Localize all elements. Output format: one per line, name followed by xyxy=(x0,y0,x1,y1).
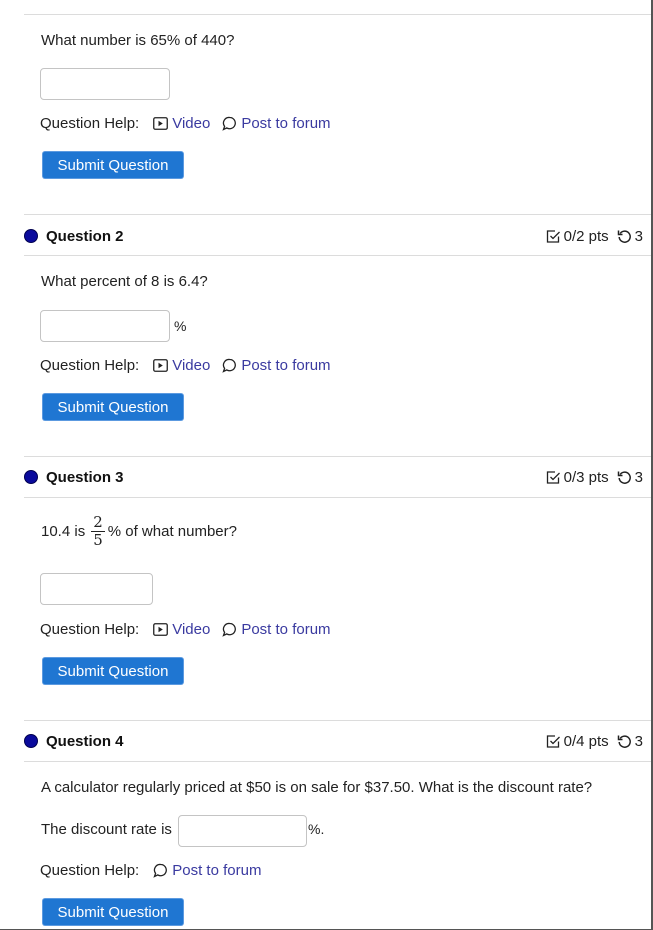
retry-icon xyxy=(617,470,631,484)
forum-link-label: Post to forum xyxy=(172,862,262,879)
question-3-text: 10.4 is 2 5 % of what number? xyxy=(41,514,237,549)
video-link-label: Video xyxy=(172,357,211,374)
question-3-answer-input[interactable] xyxy=(40,573,153,605)
forum-link[interactable]: Post to forum xyxy=(222,115,331,132)
divider xyxy=(24,456,651,457)
video-icon xyxy=(153,359,169,372)
status-dot xyxy=(24,734,38,748)
percent-suffix: % xyxy=(174,318,187,334)
question-1-help: Question Help: Video Post to forum xyxy=(40,115,343,132)
checkbox-icon xyxy=(546,229,560,243)
video-icon xyxy=(153,623,169,636)
forum-link[interactable]: Post to forum xyxy=(222,357,331,374)
video-link[interactable]: Video xyxy=(153,357,210,374)
question-2-text: What percent of 8 is 6.4? xyxy=(41,273,208,290)
video-link[interactable]: Video xyxy=(153,115,210,132)
question-2-title: Question 2 xyxy=(46,227,124,245)
question-1-submit-button[interactable]: Submit Question xyxy=(43,152,183,178)
retries-count: 3 xyxy=(634,468,643,486)
retries-count: 3 xyxy=(634,732,643,750)
video-link-label: Video xyxy=(172,115,211,132)
question-4-meta: 0/4 pts 3 xyxy=(546,733,643,750)
question-3-help: Question Help: Video Post to forum xyxy=(40,621,343,638)
help-label: Question Help: xyxy=(40,621,140,638)
retry-icon xyxy=(617,734,631,748)
question-4-title: Question 4 xyxy=(46,732,124,750)
help-label: Question Help: xyxy=(40,862,140,879)
question-3-header: Question 3 0/3 pts 3 xyxy=(24,467,651,487)
question-4-header: Question 4 0/4 pts 3 xyxy=(24,731,651,751)
question-3-title: Question 3 xyxy=(46,468,124,486)
forum-link-label: Post to forum xyxy=(241,357,331,374)
divider xyxy=(24,720,651,721)
forum-link-label: Post to forum xyxy=(241,115,331,132)
question-2-submit-button[interactable]: Submit Question xyxy=(43,394,183,420)
divider xyxy=(24,497,651,498)
question-3-text-prefix: 10.4 is xyxy=(41,523,86,540)
status-dot xyxy=(24,470,38,484)
fraction: 2 5 xyxy=(91,514,105,549)
question-3-submit-button[interactable]: Submit Question xyxy=(43,658,183,684)
speech-bubble-icon xyxy=(222,622,237,637)
question-4-submit-button[interactable]: Submit Question xyxy=(43,899,183,925)
speech-bubble-icon xyxy=(153,863,168,878)
forum-link-label: Post to forum xyxy=(241,621,331,638)
video-link-label: Video xyxy=(172,621,211,638)
answer-prefix: The discount rate is xyxy=(41,821,172,838)
video-link[interactable]: Video xyxy=(153,621,210,638)
question-3-meta: 0/3 pts 3 xyxy=(546,469,643,486)
help-label: Question Help: xyxy=(40,115,140,132)
points-label: 0/4 pts xyxy=(563,732,609,750)
question-4-text: A calculator regularly priced at $50 is … xyxy=(41,779,593,796)
retries-count: 3 xyxy=(634,227,643,245)
speech-bubble-icon xyxy=(222,116,237,131)
question-3-text-suffix: % of what number? xyxy=(107,523,237,540)
checkbox-icon xyxy=(546,470,560,484)
points-label: 0/3 pts xyxy=(563,468,609,486)
checkbox-icon xyxy=(546,734,560,748)
question-2-header: Question 2 0/2 pts 3 xyxy=(24,226,651,246)
answer-suffix: %. xyxy=(308,821,325,837)
question-4-answer-input[interactable] xyxy=(178,815,307,847)
status-dot xyxy=(24,229,38,243)
speech-bubble-icon xyxy=(222,358,237,373)
question-2-help: Question Help: Video Post to forum xyxy=(40,357,343,374)
question-4-help: Question Help: Post to forum xyxy=(40,862,273,879)
divider xyxy=(24,761,651,762)
fraction-denominator: 5 xyxy=(93,531,103,549)
question-2-meta: 0/2 pts 3 xyxy=(546,228,643,245)
retry-icon xyxy=(617,229,631,243)
question-2-answer-input[interactable] xyxy=(40,310,170,342)
video-icon xyxy=(153,117,169,130)
forum-link[interactable]: Post to forum xyxy=(222,621,331,638)
forum-link[interactable]: Post to forum xyxy=(153,862,261,879)
divider xyxy=(24,255,651,256)
help-label: Question Help: xyxy=(40,357,140,374)
fraction-numerator: 2 xyxy=(91,513,105,532)
divider xyxy=(24,14,651,15)
divider xyxy=(24,214,651,215)
question-1-answer-input[interactable] xyxy=(40,68,170,100)
question-1-text: What number is 65% of 440? xyxy=(41,32,235,49)
points-label: 0/2 pts xyxy=(563,227,609,245)
